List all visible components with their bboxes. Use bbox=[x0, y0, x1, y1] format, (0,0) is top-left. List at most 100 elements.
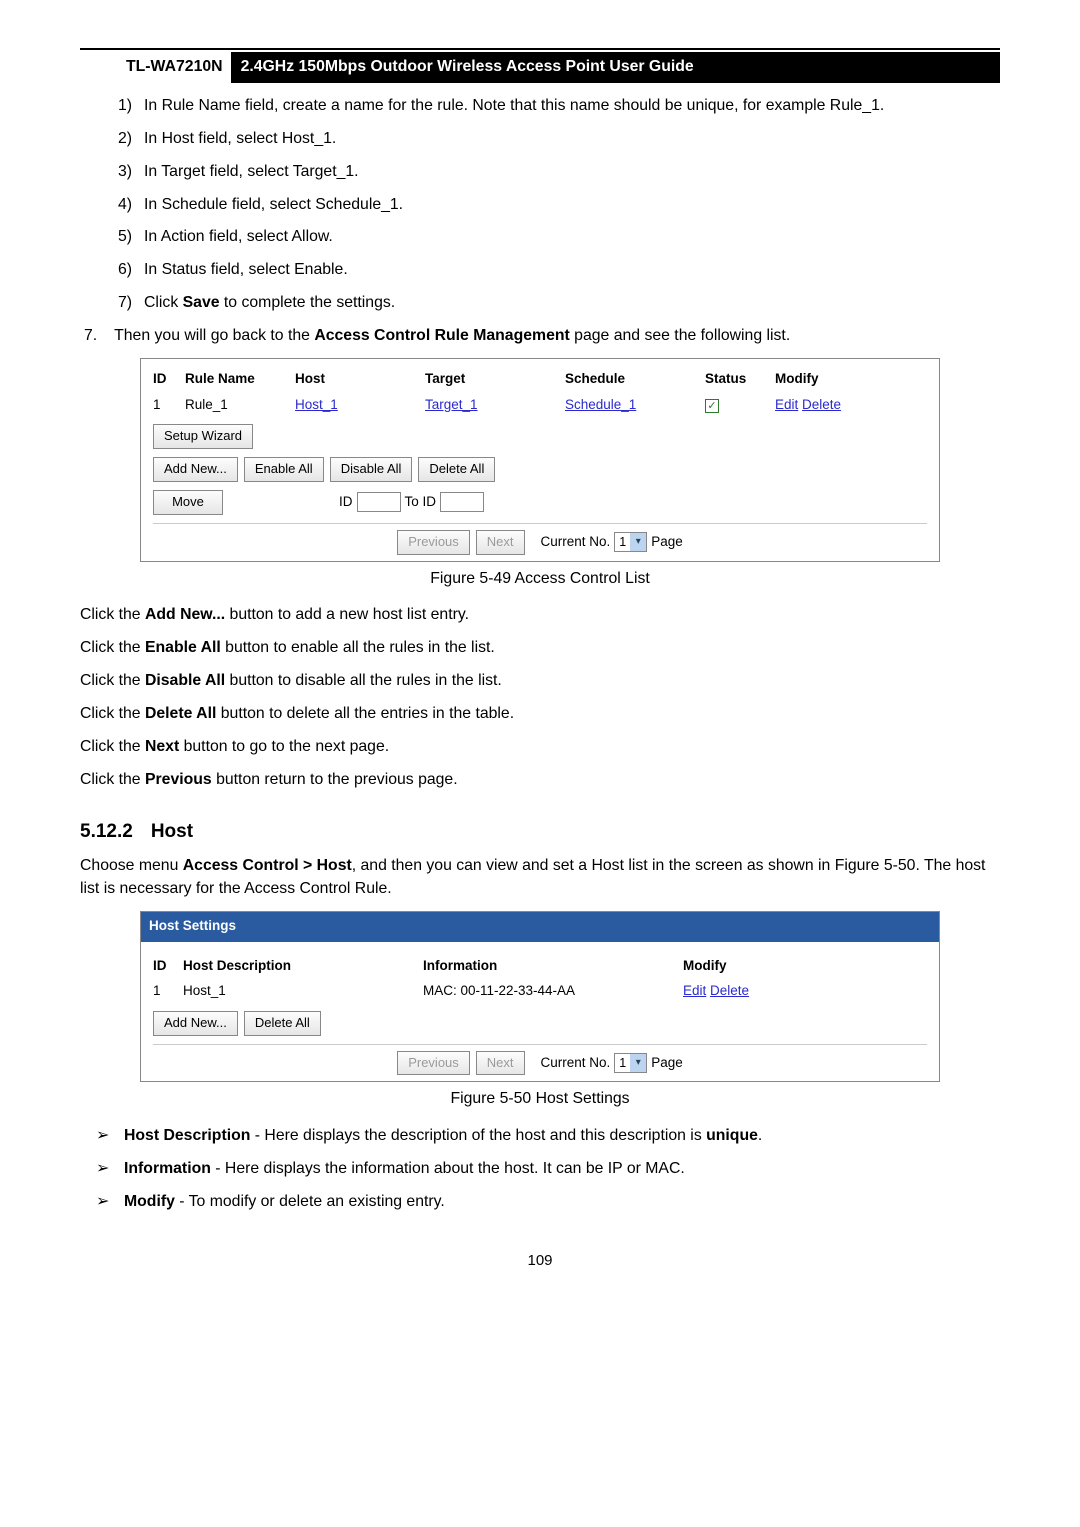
col-modify: Modify bbox=[775, 369, 865, 389]
hcol-desc: Host Description bbox=[183, 956, 423, 976]
host-table-header: ID Host Description Information Modify bbox=[153, 956, 927, 976]
cell-host-link[interactable]: Host_1 bbox=[295, 397, 338, 412]
hcell-info: MAC: 00-11-22-33-44-AA bbox=[423, 981, 683, 1001]
page-header: TL-WA7210N 2.4GHz 150Mbps Outdoor Wirele… bbox=[80, 48, 1000, 83]
to-id-label: To ID bbox=[405, 492, 437, 512]
host-add-new-button[interactable]: Add New... bbox=[153, 1011, 238, 1036]
section-heading: 5.12.2 Host bbox=[80, 818, 1000, 846]
substep-2-text: In Host field, select Host_1. bbox=[144, 130, 336, 147]
host-delete-link[interactable]: Delete bbox=[710, 983, 749, 998]
move-button[interactable]: Move bbox=[153, 490, 223, 515]
host-current-no-label: Current No. bbox=[541, 1053, 611, 1073]
host-delete-all-button[interactable]: Delete All bbox=[244, 1011, 321, 1036]
host-page-label: Page bbox=[651, 1053, 683, 1073]
edit-link[interactable]: Edit bbox=[775, 397, 798, 412]
col-host: Host bbox=[295, 369, 425, 389]
cell-target-link[interactable]: Target_1 bbox=[425, 397, 478, 412]
substep-4-text: In Schedule field, select Schedule_1. bbox=[144, 196, 403, 213]
substep-list: 1)In Rule Name field, create a name for … bbox=[80, 95, 1000, 315]
para-addnew: Click the Add New... button to add a new… bbox=[80, 604, 1000, 627]
section-title: Host bbox=[151, 821, 193, 842]
main-step-7-b: Access Control Rule Management bbox=[314, 327, 569, 344]
col-rule: Rule Name bbox=[185, 369, 295, 389]
page-label: Page bbox=[651, 532, 683, 552]
bullet-info: Information - Here displays the informat… bbox=[96, 1158, 1000, 1181]
substep-7: 7)Click Save to complete the settings. bbox=[114, 292, 1000, 315]
rules-table-header: ID Rule Name Host Target Schedule Status… bbox=[153, 369, 927, 389]
figure-5-50-caption: Figure 5-50 Host Settings bbox=[80, 1088, 1000, 1111]
cell-id: 1 bbox=[153, 395, 185, 415]
main-step-7: 7. Then you will go back to the Access C… bbox=[80, 325, 1000, 348]
bullet-modify: Modify - To modify or delete an existing… bbox=[96, 1191, 1000, 1214]
substep-7-b: Save bbox=[183, 294, 220, 311]
figure-5-50-box: Host Settings ID Host Description Inform… bbox=[140, 911, 940, 1082]
delete-all-button[interactable]: Delete All bbox=[418, 457, 495, 482]
add-new-button[interactable]: Add New... bbox=[153, 457, 238, 482]
substep-4: 4)In Schedule field, select Schedule_1. bbox=[114, 194, 1000, 217]
substep-7-c: to complete the settings. bbox=[220, 294, 396, 311]
substep-5: 5)In Action field, select Allow. bbox=[114, 226, 1000, 249]
substep-1: 1)In Rule Name field, create a name for … bbox=[114, 95, 1000, 118]
substep-6-text: In Status field, select Enable. bbox=[144, 261, 348, 278]
hcell-id: 1 bbox=[153, 981, 183, 1001]
host-page-select-value: 1 bbox=[619, 1054, 626, 1072]
hcol-id: ID bbox=[153, 956, 183, 976]
host-edit-link[interactable]: Edit bbox=[683, 983, 706, 998]
status-checkbox[interactable]: ✓ bbox=[705, 399, 719, 413]
next-button[interactable]: Next bbox=[476, 530, 525, 555]
substep-3: 3)In Target field, select Target_1. bbox=[114, 161, 1000, 184]
doc-title: 2.4GHz 150Mbps Outdoor Wireless Access P… bbox=[231, 52, 1000, 83]
substep-2: 2)In Host field, select Host_1. bbox=[114, 128, 1000, 151]
delete-link[interactable]: Delete bbox=[802, 397, 841, 412]
substep-7-a: Click bbox=[144, 294, 183, 311]
page-select-value: 1 bbox=[619, 533, 626, 551]
hcol-modify: Modify bbox=[683, 956, 803, 976]
page-number: 109 bbox=[80, 1250, 1000, 1272]
host-next-button[interactable]: Next bbox=[476, 1051, 525, 1076]
substep-5-text: In Action field, select Allow. bbox=[144, 228, 333, 245]
cell-rule: Rule_1 bbox=[185, 395, 295, 415]
hcell-desc: Host_1 bbox=[183, 981, 423, 1001]
id-input[interactable] bbox=[357, 492, 401, 512]
cell-schedule-link[interactable]: Schedule_1 bbox=[565, 397, 636, 412]
figure-5-49-box: ID Rule Name Host Target Schedule Status… bbox=[140, 358, 940, 562]
enable-all-button[interactable]: Enable All bbox=[244, 457, 324, 482]
main-step-7-num: 7. bbox=[84, 325, 110, 348]
para-next: Click the Next button to go to the next … bbox=[80, 736, 1000, 759]
substep-1-text: In Rule Name field, create a name for th… bbox=[144, 97, 884, 114]
chevron-down-icon: ▾ bbox=[630, 533, 646, 551]
para-previous: Click the Previous button return to the … bbox=[80, 769, 1000, 792]
col-schedule: Schedule bbox=[565, 369, 705, 389]
host-bullets: Host Description - Here displays the des… bbox=[80, 1125, 1000, 1214]
main-step-7-a: Then you will go back to the bbox=[114, 327, 314, 344]
host-previous-button[interactable]: Previous bbox=[397, 1051, 470, 1076]
hcol-info: Information bbox=[423, 956, 683, 976]
to-id-input[interactable] bbox=[440, 492, 484, 512]
para-disableall: Click the Disable All button to disable … bbox=[80, 670, 1000, 693]
host-settings-title: Host Settings bbox=[141, 912, 939, 942]
figure-5-49-caption: Figure 5-49 Access Control List bbox=[80, 568, 1000, 591]
disable-all-button[interactable]: Disable All bbox=[330, 457, 413, 482]
substep-6: 6)In Status field, select Enable. bbox=[114, 259, 1000, 282]
col-id: ID bbox=[153, 369, 185, 389]
current-no-label: Current No. bbox=[541, 532, 611, 552]
para-deleteall: Click the Delete All button to delete al… bbox=[80, 703, 1000, 726]
host-page-select[interactable]: 1 ▾ bbox=[614, 1053, 647, 1073]
para-enableall: Click the Enable All button to enable al… bbox=[80, 637, 1000, 660]
setup-wizard-button[interactable]: Setup Wizard bbox=[153, 424, 253, 449]
bullet-host-desc: Host Description - Here displays the des… bbox=[96, 1125, 1000, 1148]
previous-button[interactable]: Previous bbox=[397, 530, 470, 555]
rules-table-row: 1 Rule_1 Host_1 Target_1 Schedule_1 ✓ Ed… bbox=[153, 395, 927, 415]
host-pager-row: Previous Next Current No. 1 ▾ Page bbox=[153, 1044, 927, 1076]
substep-3-text: In Target field, select Target_1. bbox=[144, 163, 359, 180]
host-table-row: 1 Host_1 MAC: 00-11-22-33-44-AA Edit Del… bbox=[153, 981, 927, 1001]
id-label: ID bbox=[339, 492, 353, 512]
chevron-down-icon: ▾ bbox=[630, 1054, 646, 1072]
page-select[interactable]: 1 ▾ bbox=[614, 532, 647, 552]
model-number: TL-WA7210N bbox=[80, 52, 231, 83]
host-intro: Choose menu Access Control > Host, and t… bbox=[80, 855, 1000, 901]
pager-row: Previous Next Current No. 1 ▾ Page bbox=[153, 523, 927, 555]
section-number: 5.12.2 bbox=[80, 821, 133, 842]
main-step-7-c: page and see the following list. bbox=[570, 327, 790, 344]
col-status: Status bbox=[705, 369, 775, 389]
